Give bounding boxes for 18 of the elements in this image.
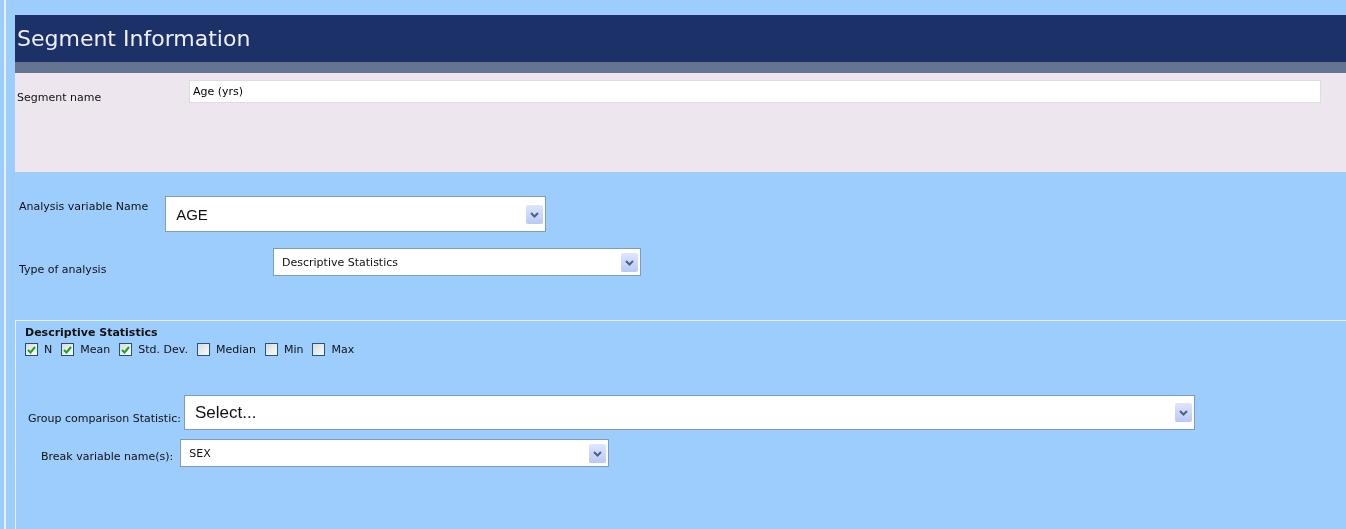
field-label: Segment name — [17, 91, 103, 104]
field-label: Break variable name(s): — [41, 449, 174, 463]
segment-name-input[interactable]: Age (yrs) — [189, 80, 1321, 103]
field-label: Type of analysis — [19, 263, 108, 276]
checkbox-label: Mean — [80, 343, 111, 356]
section-title: Descriptive Statistics — [25, 326, 159, 339]
field-label: Group comparison Statistic: — [28, 412, 181, 425]
group-comparison-select[interactable]: Select... — [183, 395, 1195, 430]
field-label: Analysis variable Name — [19, 200, 149, 213]
checkbox-label: N — [44, 343, 53, 356]
analysis-type-select[interactable]: Descriptive Statistics — [273, 248, 641, 276]
checkbox-label: Max — [331, 343, 355, 356]
section-header: Segment Information — [15, 15, 1346, 73]
analysis-variable-select[interactable]: AGE — [165, 196, 547, 232]
break-variable-select[interactable]: SEX — [180, 439, 610, 467]
checkbox-label: Median — [215, 343, 256, 356]
checkbox-label: Min — [283, 343, 304, 356]
checkbox-label: Std. Dev. — [138, 343, 188, 356]
